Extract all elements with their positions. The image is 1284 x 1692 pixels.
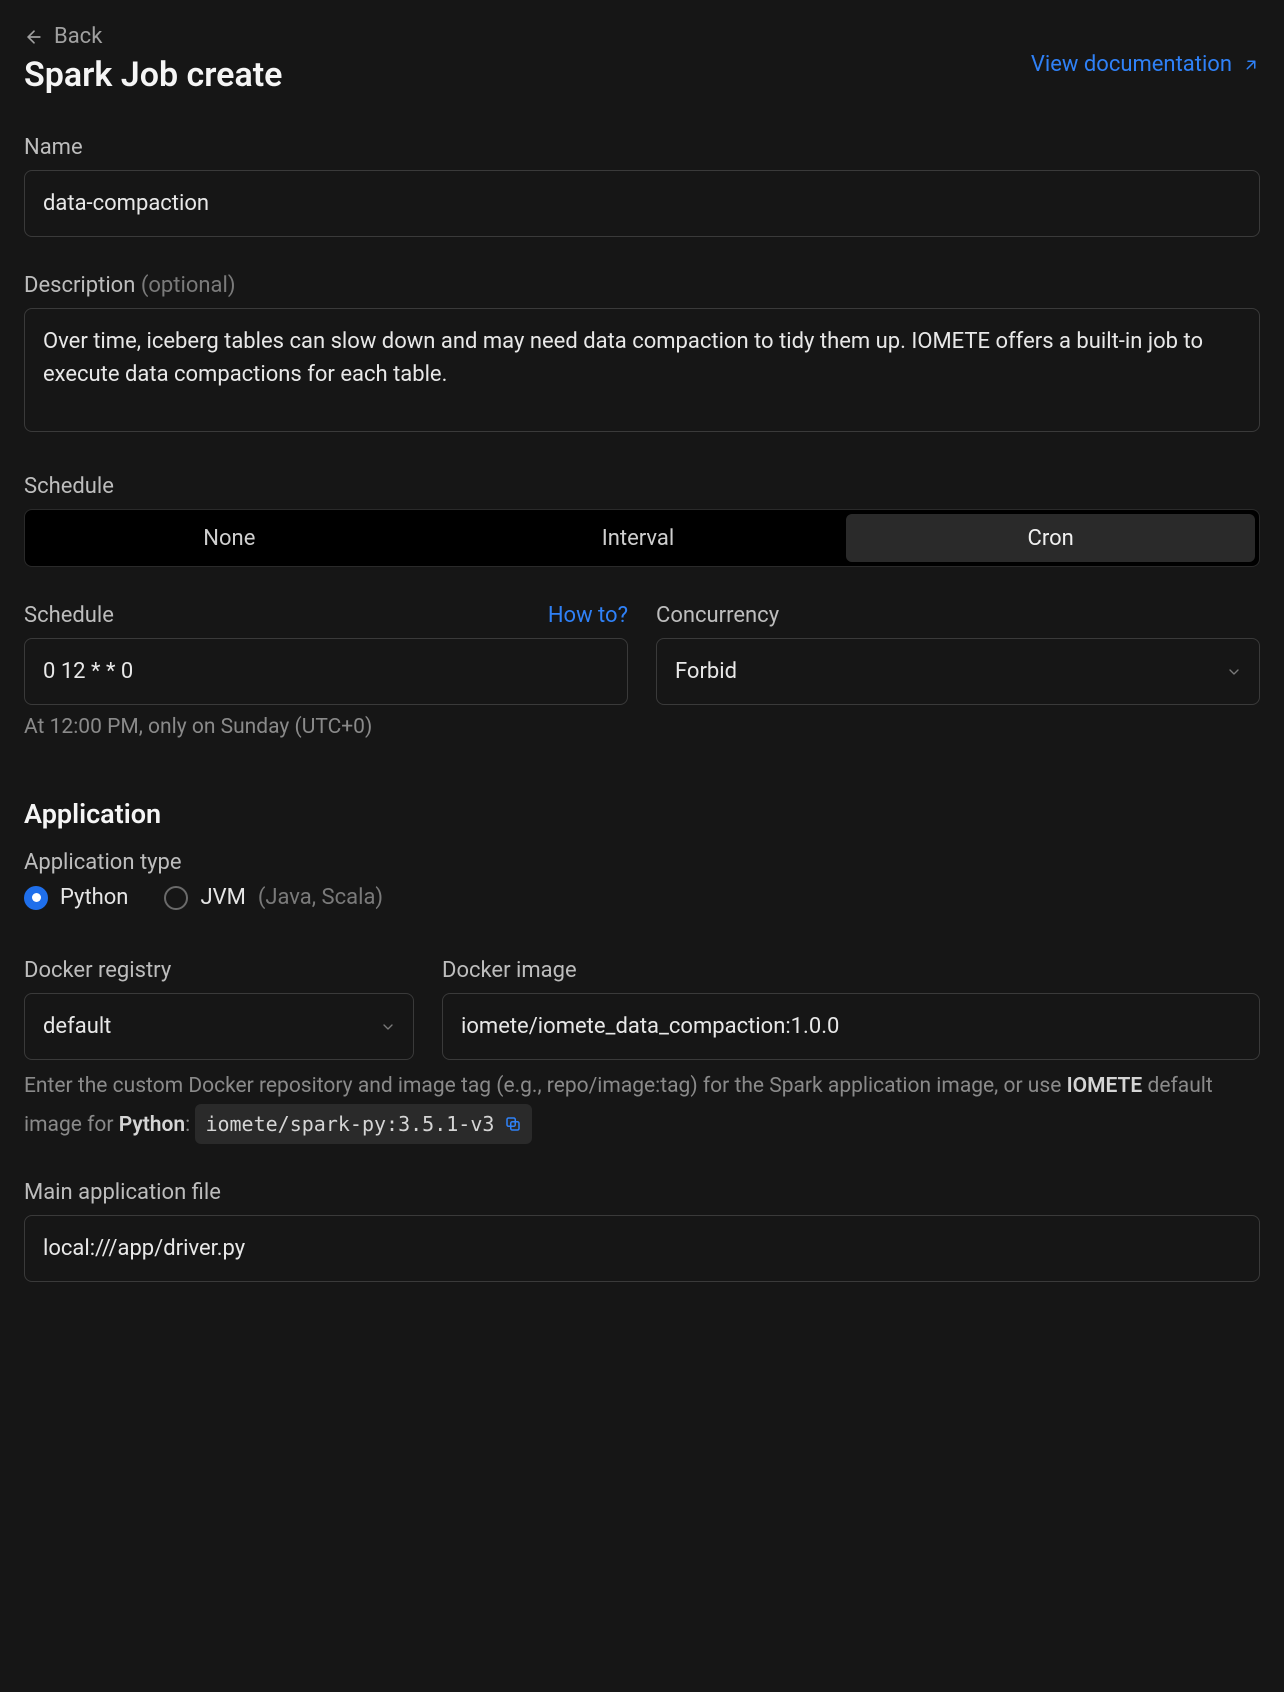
- arrow-left-icon: [24, 27, 44, 47]
- docker-registry-select[interactable]: [24, 993, 414, 1060]
- application-type-label: Application type: [24, 850, 182, 875]
- schedule-type-cron[interactable]: Cron: [846, 514, 1255, 562]
- docker-row: Docker registry Docker image: [24, 958, 1260, 1060]
- docker-image-input[interactable]: [442, 993, 1260, 1060]
- concurrency-select[interactable]: [656, 638, 1260, 705]
- schedule-group: Schedule How to? At 12:00 PM, only on Su…: [24, 603, 628, 742]
- page-title: Spark Job create: [24, 55, 282, 95]
- description-input[interactable]: [24, 308, 1260, 432]
- application-section: Application Application type Python JVM …: [24, 798, 1260, 1144]
- docker-help-text: Enter the custom Docker repository and i…: [24, 1070, 1260, 1144]
- schedule-type-segmented: None Interval Cron: [24, 509, 1260, 567]
- name-input[interactable]: [24, 170, 1260, 237]
- schedule-helper: At 12:00 PM, only on Sunday (UTC+0): [24, 713, 628, 742]
- application-title: Application: [24, 798, 1260, 830]
- schedule-type-interval[interactable]: Interval: [434, 510, 843, 566]
- description-group: Description (optional): [24, 273, 1260, 438]
- radio-icon: [24, 886, 48, 910]
- schedule-type-group: Schedule None Interval Cron: [24, 474, 1260, 567]
- application-type-radios: Python JVM (Java, Scala): [24, 885, 1260, 910]
- concurrency-label: Concurrency: [656, 603, 779, 628]
- name-group: Name: [24, 135, 1260, 237]
- schedule-type-label: Schedule: [24, 474, 114, 499]
- schedule-input[interactable]: [24, 638, 628, 705]
- docker-registry-label: Docker registry: [24, 958, 171, 983]
- docker-image-label: Docker image: [442, 958, 577, 983]
- page-header: Back Spark Job create View documentation: [24, 24, 1260, 95]
- doc-link-label: View documentation: [1031, 52, 1232, 77]
- main-file-input[interactable]: [24, 1215, 1260, 1282]
- default-image-chip: iomete/spark-py:3.5.1-v3: [195, 1104, 532, 1144]
- schedule-label: Schedule: [24, 603, 114, 628]
- back-label: Back: [54, 24, 102, 49]
- external-link-icon: [1242, 56, 1260, 74]
- name-label: Name: [24, 135, 83, 160]
- description-label: Description (optional): [24, 273, 236, 298]
- copy-icon[interactable]: [504, 1115, 522, 1133]
- docker-image-group: Docker image: [442, 958, 1260, 1060]
- radio-python[interactable]: Python: [24, 885, 128, 910]
- header-left: Back Spark Job create: [24, 24, 282, 95]
- schedule-concurrency-row: Schedule How to? At 12:00 PM, only on Su…: [24, 603, 1260, 742]
- concurrency-group: Concurrency: [656, 603, 1260, 742]
- view-documentation-link[interactable]: View documentation: [1031, 52, 1260, 77]
- back-button[interactable]: Back: [24, 24, 102, 49]
- schedule-type-none[interactable]: None: [25, 510, 434, 566]
- docker-registry-group: Docker registry: [24, 958, 414, 1060]
- radio-icon: [164, 886, 188, 910]
- how-to-link[interactable]: How to?: [548, 603, 628, 628]
- radio-jvm[interactable]: JVM (Java, Scala): [164, 885, 383, 910]
- main-file-label: Main application file: [24, 1180, 221, 1205]
- main-file-group: Main application file: [24, 1180, 1260, 1282]
